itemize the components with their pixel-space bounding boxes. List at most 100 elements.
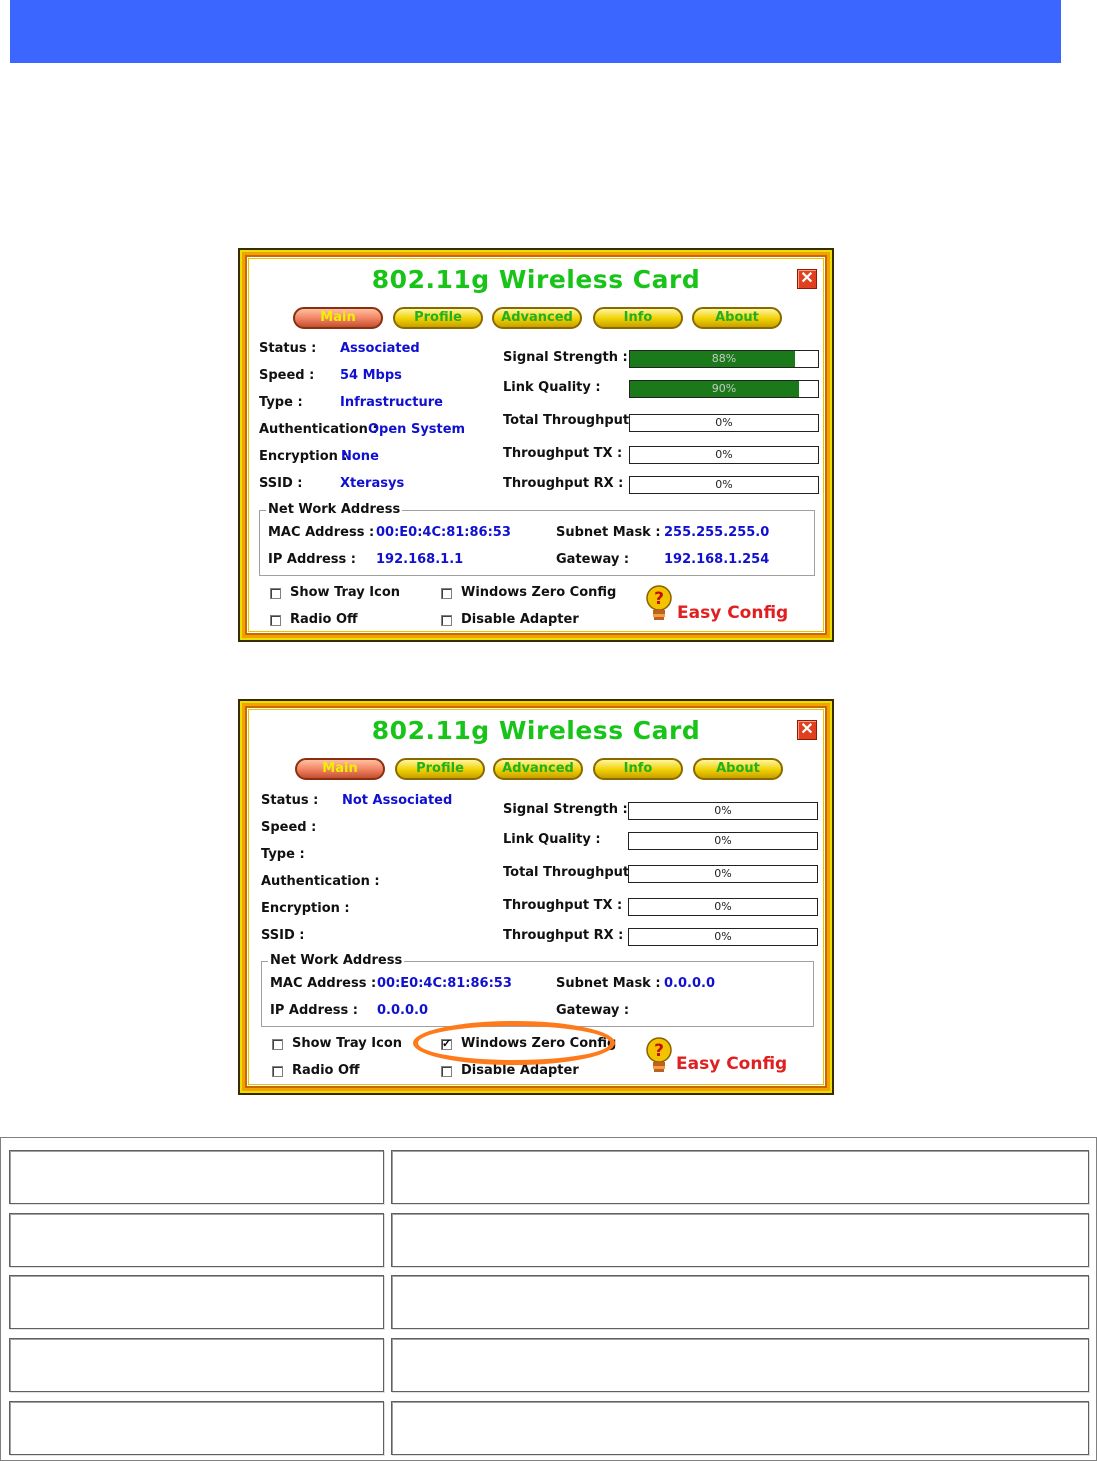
- radio-off-checkbox[interactable]: [270, 615, 281, 626]
- total-throughput-label: Total Throughput :: [503, 413, 639, 428]
- authentication-label: Authentication :: [261, 874, 380, 889]
- meter-text: 0%: [714, 900, 732, 913]
- status-value: Associated: [340, 341, 420, 356]
- meter-text: 0%: [715, 416, 733, 429]
- show-tray-icon-checkbox[interactable]: [270, 588, 281, 599]
- type-value: Infrastructure: [340, 395, 443, 410]
- ip-address-value: 0.0.0.0: [377, 1003, 428, 1018]
- tab-info[interactable]: Info: [593, 307, 683, 329]
- meter-text: 0%: [715, 478, 733, 491]
- disable-adapter-checkbox[interactable]: [441, 615, 452, 626]
- table-cell: [391, 1338, 1089, 1392]
- meter-text: 0%: [714, 867, 732, 880]
- disable-adapter-label[interactable]: Disable Adapter: [461, 1063, 579, 1078]
- window-body: 802.11g Wireless Card ✕ Main Profile Adv…: [248, 709, 824, 1085]
- subnet-mask-label: Subnet Mask :: [556, 525, 661, 540]
- link-quality-label: Link Quality :: [503, 832, 601, 847]
- signal-strength-meter: 0%: [628, 802, 818, 820]
- window-body: 802.11g Wireless Card ✕ Main Profile Adv…: [248, 258, 824, 632]
- throughput-rx-meter: 0%: [629, 476, 819, 494]
- radio-off-label[interactable]: Radio Off: [290, 612, 358, 627]
- disable-adapter-checkbox[interactable]: [441, 1066, 452, 1077]
- meter-text: 88%: [711, 352, 737, 365]
- mac-address-value: 00:E0:4C:81:86:53: [376, 525, 511, 540]
- total-throughput-meter: 0%: [628, 865, 818, 883]
- windows-zero-config-checkbox[interactable]: ✓: [441, 1039, 452, 1050]
- authentication-value: Open System: [368, 422, 466, 437]
- mac-address-label: MAC Address :: [268, 525, 375, 540]
- status-label: Status :: [261, 793, 319, 808]
- ssid-label: SSID :: [259, 476, 303, 491]
- table-cell: [391, 1213, 1089, 1267]
- network-address-group: Net Work Address MAC Address : 00:E0:4C:…: [261, 953, 814, 1027]
- link-quality-meter: 90%: [629, 380, 819, 398]
- authentication-label: Authentication :: [259, 422, 378, 437]
- lightbulb-icon[interactable]: ?: [646, 585, 672, 623]
- subnet-mask-label: Subnet Mask :: [556, 976, 661, 991]
- window-title: 802.11g Wireless Card: [371, 265, 701, 294]
- encryption-label: Encryption :: [259, 449, 348, 464]
- ssid-value: Xterasys: [340, 476, 405, 491]
- throughput-tx-meter: 0%: [628, 898, 818, 916]
- throughput-tx-label: Throughput TX :: [503, 898, 623, 913]
- table-cell: [9, 1338, 384, 1392]
- tab-advanced[interactable]: Advanced: [492, 307, 582, 329]
- meter-text: 0%: [714, 834, 732, 847]
- throughput-tx-label: Throughput TX :: [503, 446, 623, 461]
- meter-text: 0%: [715, 448, 733, 461]
- windows-zero-config-label[interactable]: Windows Zero Config: [461, 1036, 616, 1051]
- close-icon[interactable]: ✕: [797, 269, 817, 289]
- disable-adapter-label[interactable]: Disable Adapter: [461, 612, 579, 627]
- radio-off-label[interactable]: Radio Off: [292, 1063, 360, 1078]
- show-tray-icon-checkbox[interactable]: [272, 1039, 283, 1050]
- type-label: Type :: [259, 395, 303, 410]
- ip-address-label: IP Address :: [268, 552, 356, 567]
- tab-main[interactable]: Main: [295, 758, 385, 780]
- link-quality-label: Link Quality :: [503, 380, 601, 395]
- table-cell: [391, 1275, 1089, 1329]
- table-cell: [9, 1275, 384, 1329]
- signal-strength-meter: 88%: [629, 350, 819, 368]
- header-bar: [10, 0, 1061, 63]
- lightbulb-icon[interactable]: ?: [646, 1037, 672, 1075]
- tab-info[interactable]: Info: [593, 758, 683, 780]
- table-cell: [391, 1401, 1089, 1455]
- close-icon[interactable]: ✕: [797, 720, 817, 740]
- status-label: Status :: [259, 341, 317, 356]
- easy-config-button[interactable]: Easy Config: [677, 603, 788, 623]
- network-address-title: Net Work Address: [266, 502, 403, 517]
- throughput-tx-meter: 0%: [629, 446, 819, 464]
- tab-advanced[interactable]: Advanced: [493, 758, 583, 780]
- windows-zero-config-label[interactable]: Windows Zero Config: [461, 585, 616, 600]
- encryption-label: Encryption :: [261, 901, 350, 916]
- network-address-title: Net Work Address: [268, 953, 405, 968]
- radio-off-checkbox[interactable]: [272, 1066, 283, 1077]
- throughput-rx-label: Throughput RX :: [503, 928, 624, 943]
- subnet-mask-value: 0.0.0.0: [664, 976, 715, 991]
- windows-zero-config-checkbox[interactable]: [441, 588, 452, 599]
- tab-profile[interactable]: Profile: [393, 307, 483, 329]
- show-tray-icon-label[interactable]: Show Tray Icon: [292, 1036, 402, 1051]
- ip-address-label: IP Address :: [270, 1003, 358, 1018]
- tab-about[interactable]: About: [693, 758, 783, 780]
- ssid-label: SSID :: [261, 928, 305, 943]
- table-cell: [9, 1401, 384, 1455]
- throughput-rx-label: Throughput RX :: [503, 476, 624, 491]
- total-throughput-label: Total Throughput :: [503, 865, 639, 880]
- type-label: Type :: [261, 847, 305, 862]
- speed-label: Speed :: [261, 820, 317, 835]
- show-tray-icon-label[interactable]: Show Tray Icon: [290, 585, 400, 600]
- gateway-label: Gateway :: [556, 552, 630, 567]
- gateway-value: 192.168.1.254: [664, 552, 770, 567]
- easy-config-button[interactable]: Easy Config: [676, 1054, 787, 1074]
- tab-profile[interactable]: Profile: [395, 758, 485, 780]
- table-cell: [9, 1213, 384, 1267]
- tab-about[interactable]: About: [692, 307, 782, 329]
- tab-main[interactable]: Main: [293, 307, 383, 329]
- svg-text:?: ?: [654, 1041, 664, 1061]
- speed-label: Speed :: [259, 368, 315, 383]
- document-table: [0, 1137, 1097, 1461]
- signal-strength-label: Signal Strength :: [503, 350, 628, 365]
- wireless-utility-window-1: 802.11g Wireless Card ✕ Main Profile Adv…: [238, 248, 834, 642]
- status-value: Not Associated: [342, 793, 453, 808]
